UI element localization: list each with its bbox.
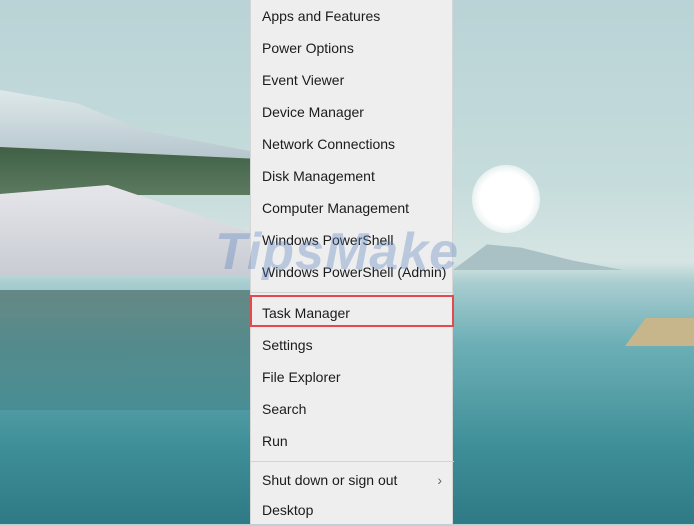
reed-bank (625, 318, 694, 346)
far-hill (453, 244, 623, 270)
menu-separator (251, 461, 454, 462)
menu-item-computer-management[interactable]: Computer Management (251, 192, 454, 224)
snow-hill (0, 185, 270, 275)
menu-item-network-connections[interactable]: Network Connections (251, 128, 454, 160)
chevron-right-icon: › (437, 472, 442, 488)
highlight-box (250, 295, 454, 327)
menu-item-run[interactable]: Run (251, 425, 454, 457)
menu-item-file-explorer[interactable]: File Explorer (251, 361, 454, 393)
menu-item-desktop[interactable]: Desktop (251, 494, 454, 526)
menu-separator (251, 292, 454, 293)
menu-item-apps-and-features[interactable]: Apps and Features (251, 0, 454, 32)
menu-item-event-viewer[interactable]: Event Viewer (251, 64, 454, 96)
menu-item-label: Shut down or sign out (262, 472, 398, 488)
winx-context-menu: Apps and Features Power Options Event Vi… (250, 0, 454, 526)
sun (472, 165, 540, 233)
menu-item-power-options[interactable]: Power Options (251, 32, 454, 64)
menu-item-device-manager[interactable]: Device Manager (251, 96, 454, 128)
menu-item-windows-powershell[interactable]: Windows PowerShell (251, 224, 454, 256)
menu-item-windows-powershell-admin[interactable]: Windows PowerShell (Admin) (251, 256, 454, 288)
menu-item-shut-down-or-sign-out[interactable]: Shut down or sign out › (251, 464, 454, 496)
menu-item-disk-management[interactable]: Disk Management (251, 160, 454, 192)
menu-item-search[interactable]: Search (251, 393, 454, 425)
lake-reflection (0, 290, 250, 410)
menu-item-settings[interactable]: Settings (251, 329, 454, 361)
